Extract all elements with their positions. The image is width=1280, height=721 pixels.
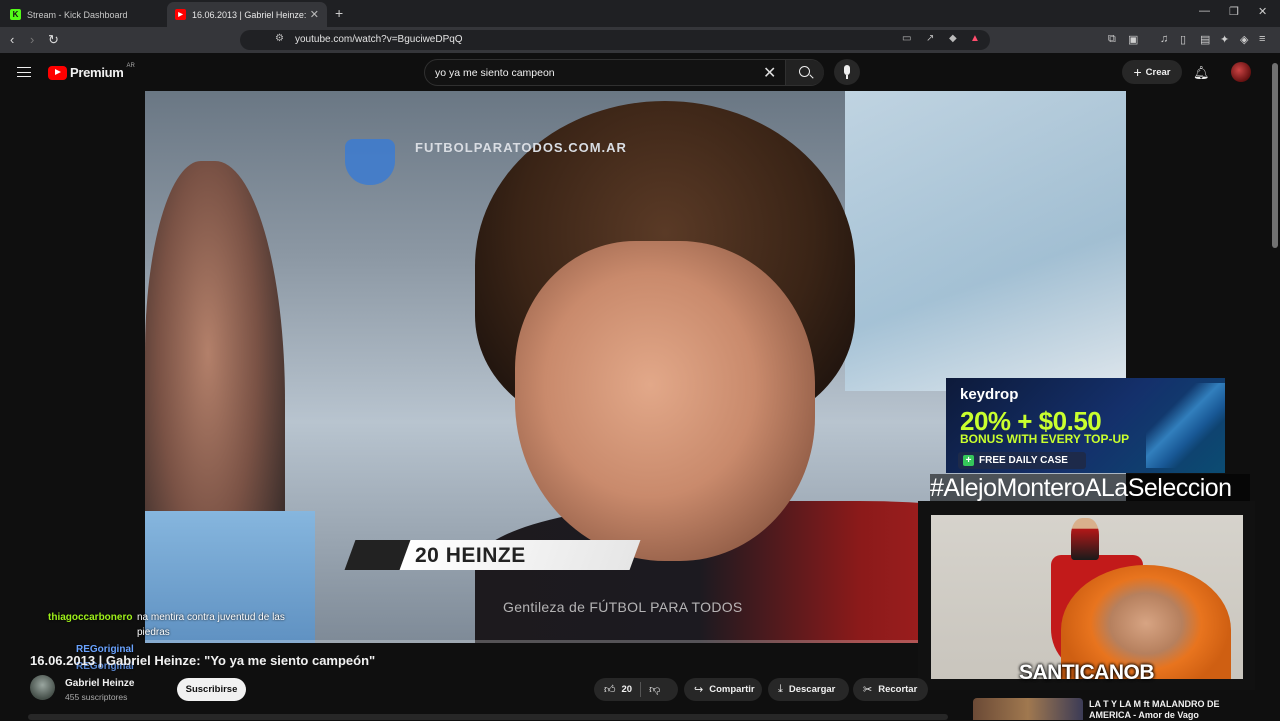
hamburger-menu-icon[interactable] xyxy=(17,67,31,77)
search-icon xyxy=(799,66,810,77)
download-button[interactable]: ⤓ Descargar xyxy=(768,678,849,701)
url-text: youtube.com/watch?v=BguciweDPqQ xyxy=(295,34,463,45)
address-bar[interactable]: ⚙ youtube.com/watch?v=BguciweDPqQ ▭ ↗ ◆ … xyxy=(240,30,990,50)
tab-kick-dashboard[interactable]: K Stream - Kick Dashboard xyxy=(2,2,167,27)
youtube-header: Premium AR yo ya me siento campeon ✕ + C… xyxy=(0,53,1280,91)
country-code: AR xyxy=(126,62,135,69)
restore-button[interactable]: ❐ xyxy=(1229,5,1239,18)
video-watermark: FUTBOLPARATODOS.COM.AR xyxy=(415,140,627,155)
video-title: 16.06.2013 | Gabriel Heinze: "Yo ya me s… xyxy=(30,653,376,668)
like-icon[interactable]: 👍︎ xyxy=(604,683,616,696)
video-credit: Gentileza de FÚTBOL PARA TODOS xyxy=(503,599,743,615)
create-label: Crear xyxy=(1145,66,1171,78)
share-label: Compartir xyxy=(709,684,755,695)
page-scrollbar[interactable] xyxy=(1270,53,1280,720)
notifications-bell-icon[interactable]: 🔔︎ xyxy=(1193,65,1210,81)
share-page-icon[interactable]: ↗ xyxy=(926,33,934,44)
horizontal-scrollbar[interactable] xyxy=(28,714,948,720)
player-figurine xyxy=(1071,518,1099,560)
subscriber-count: 455 suscriptores xyxy=(65,692,128,702)
sidebar-icon[interactable]: ▯ xyxy=(1180,33,1186,46)
video-player-face xyxy=(515,241,815,561)
close-tab-icon[interactable]: ✕ xyxy=(310,8,319,21)
like-dislike-group: 👍︎ 20 👎︎ xyxy=(594,678,678,701)
ad-brand: keydrop xyxy=(960,386,1019,403)
scissors-icon: ✂ xyxy=(863,684,873,696)
kick-icon: K xyxy=(10,9,21,20)
lower-third: 20 HEINZE xyxy=(344,540,641,570)
ad-cta-label: FREE DAILY CASE xyxy=(979,455,1068,466)
webcam-frame xyxy=(931,515,1243,679)
weapon-graphic-icon xyxy=(1146,383,1225,468)
youtube-icon: ▶ xyxy=(175,9,186,20)
up-next-thumbnail[interactable] xyxy=(973,698,1083,720)
chat-username: thiagoccarbonero xyxy=(48,612,133,623)
ad-cta: + FREE DAILY CASE xyxy=(958,452,1086,469)
video-background-window xyxy=(845,91,1126,391)
search-box[interactable]: yo ya me siento campeon ✕ xyxy=(424,59,824,86)
search-button[interactable] xyxy=(785,60,824,85)
download-label: Descargar xyxy=(788,684,836,695)
back-icon[interactable]: ‹ xyxy=(10,32,14,47)
search-input[interactable]: yo ya me siento campeon xyxy=(435,67,555,79)
music-icon[interactable]: ♫ xyxy=(1160,33,1168,45)
streamer-webcam: SANTICANOB xyxy=(918,501,1255,690)
browser-tab-strip: K Stream - Kick Dashboard ▶ 16.06.2013 |… xyxy=(0,0,1280,27)
new-tab-button[interactable]: + xyxy=(335,5,343,21)
create-button[interactable]: + Crear xyxy=(1122,60,1182,84)
plus-icon: + xyxy=(1133,64,1142,80)
plus-icon: + xyxy=(963,455,974,466)
shield-icon[interactable]: ◆ xyxy=(949,33,957,44)
channel-name[interactable]: Gabriel Heinze xyxy=(65,678,134,689)
keydrop-ad: keydrop 20% + $0.50 BONUS WITH EVERY TOP… xyxy=(946,378,1225,473)
reload-icon[interactable]: ↻ xyxy=(48,32,59,48)
minimize-button[interactable]: — xyxy=(1199,5,1210,17)
like-count[interactable]: 20 xyxy=(622,684,633,695)
stream-hashtag: #AlejoMonteroALaSeleccion xyxy=(930,474,1250,503)
wallet-icon[interactable]: ▤ xyxy=(1200,33,1210,46)
download-icon: ⤓ xyxy=(778,683,783,695)
logo-wordmark: Premium xyxy=(70,65,124,80)
ai-icon[interactable]: ✦ xyxy=(1220,33,1229,46)
voice-search-icon[interactable] xyxy=(834,59,860,85)
share-icon: ↪ xyxy=(694,684,704,696)
scrollbar-thumb[interactable] xyxy=(1272,63,1278,248)
up-next-item[interactable]: LA T Y LA M ft MALANDRO DE AMERICA - Amo… xyxy=(973,698,1263,720)
menu-icon[interactable]: ≡ xyxy=(1259,33,1265,45)
vpn-icon[interactable]: ◈ xyxy=(1240,33,1248,46)
tab-title: 16.06.2013 | Gabriel Heinze: " xyxy=(192,9,306,20)
clear-search-icon[interactable]: ✕ xyxy=(763,63,776,83)
youtube-premium-logo[interactable]: Premium AR xyxy=(48,62,135,80)
forward-icon[interactable]: › xyxy=(30,32,34,47)
site-info-icon[interactable]: ⚙ xyxy=(275,33,284,44)
up-next-title[interactable]: LA T Y LA M ft MALANDRO DE AMERICA - Amo… xyxy=(1089,699,1239,721)
share-button[interactable]: ↪ Compartir xyxy=(684,678,762,701)
extensions-icon[interactable]: ⧉ xyxy=(1108,33,1116,46)
screenshot-icon[interactable]: ▣ xyxy=(1128,33,1138,46)
rewards-icon[interactable]: ▲ xyxy=(970,33,980,44)
cast-icon[interactable]: ▭ xyxy=(902,33,911,44)
dislike-icon[interactable]: 👎︎ xyxy=(649,683,660,696)
chat-text: na mentira contra juventud de las piedra… xyxy=(137,612,285,638)
clip-button[interactable]: ✂ Recortar xyxy=(853,678,928,701)
tab-title: Stream - Kick Dashboard xyxy=(27,9,128,20)
tab-youtube-video[interactable]: ▶ 16.06.2013 | Gabriel Heinze: " ✕ xyxy=(167,2,327,27)
ad-subline: BONUS WITH EVERY TOP-UP xyxy=(960,432,1130,446)
channel-avatar[interactable] xyxy=(30,675,55,700)
streamer-name: SANTICANOB xyxy=(1019,661,1155,684)
close-window-button[interactable]: ✕ xyxy=(1258,5,1267,18)
account-avatar[interactable] xyxy=(1231,62,1251,82)
lower-third-text: 20 HEINZE xyxy=(415,544,526,567)
broadcast-logo-icon xyxy=(345,139,395,185)
youtube-play-icon xyxy=(48,65,67,80)
clip-label: Recortar xyxy=(878,684,918,695)
subscribe-button[interactable]: Suscribirse xyxy=(177,678,246,701)
divider xyxy=(640,682,642,697)
browser-toolbar: ‹ › ↻ ⚑ ⚙ youtube.com/watch?v=BguciweDPq… xyxy=(0,27,1280,53)
